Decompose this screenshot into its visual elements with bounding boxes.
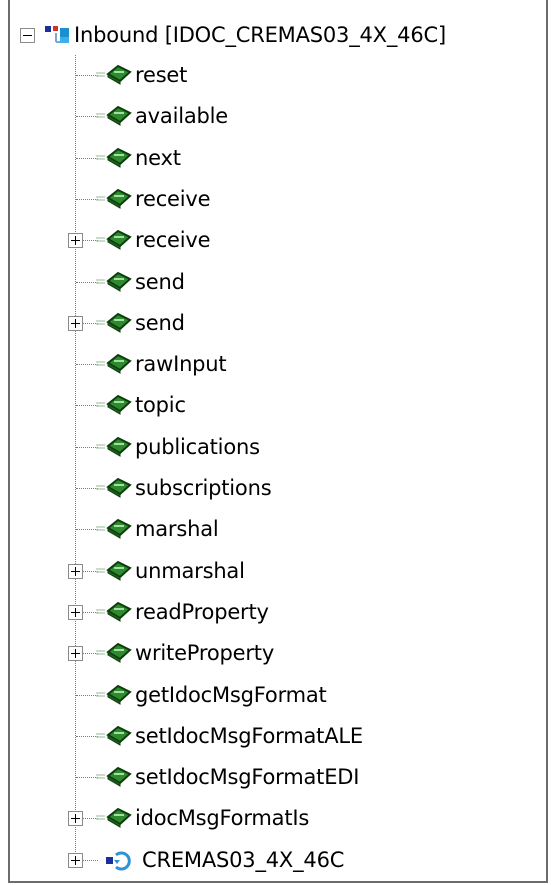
tree-item[interactable]: reset	[10, 55, 548, 95]
tree-item-label: setIdocMsgFormatALE	[135, 724, 363, 748]
tree-connector-line	[76, 736, 98, 737]
method-icon	[96, 312, 132, 333]
tree-connector-line	[76, 529, 98, 530]
tree-item[interactable]: receive	[10, 220, 548, 260]
tree-item[interactable]: publications	[10, 427, 548, 467]
tree-connector-line	[76, 75, 98, 76]
tree-item-label: readProperty	[135, 600, 269, 624]
method-icon	[96, 642, 132, 663]
expand-toggle[interactable]	[68, 646, 83, 661]
tree-item[interactable]: available	[10, 96, 548, 136]
tree-item-label: writeProperty	[135, 641, 275, 665]
tree-item[interactable]: writeProperty	[10, 633, 548, 673]
tree-item-label: CREMAS03_4X_46C	[142, 848, 345, 872]
tree-item[interactable]: receive	[10, 179, 548, 219]
tree-connector-line	[76, 116, 98, 117]
idoc-object-icon	[106, 851, 131, 871]
expand-toggle[interactable]	[68, 853, 83, 868]
tree-item-label: unmarshal	[135, 559, 245, 583]
method-icon	[96, 394, 132, 415]
tree-item[interactable]: marshal	[10, 509, 548, 549]
expand-toggle[interactable]	[68, 233, 83, 248]
method-icon	[96, 766, 132, 787]
tree-item-label: rawInput	[135, 352, 227, 376]
method-icon	[96, 271, 132, 292]
method-icon	[96, 188, 132, 209]
tree-item[interactable]: send	[10, 303, 548, 343]
expand-toggle[interactable]	[68, 564, 83, 579]
tree-item-label: setIdocMsgFormatEDI	[135, 765, 360, 789]
tree-item-label: marshal	[135, 517, 219, 541]
method-icon	[96, 105, 132, 126]
tree-item[interactable]: idocMsgFormatIs	[10, 798, 548, 838]
method-icon	[96, 229, 132, 250]
tree-connector-line	[76, 282, 98, 283]
tree-view[interactable]: Inbound [IDOC_CREMAS03_4X_46C] reset avai…	[8, 0, 548, 883]
tree-item-label: getIdocMsgFormat	[135, 683, 327, 707]
tree-connector-line	[76, 777, 98, 778]
expand-toggle[interactable]	[68, 605, 83, 620]
tree-connector-line	[76, 488, 98, 489]
tree-item[interactable]: CREMAS03_4X_46C	[10, 840, 548, 880]
method-icon	[96, 64, 132, 85]
tree-item[interactable]: readProperty	[10, 592, 548, 632]
method-icon	[96, 477, 132, 498]
tree-item[interactable]: getIdocMsgFormat	[10, 675, 548, 715]
method-icon	[96, 147, 132, 168]
tree-connector-line	[76, 695, 98, 696]
object-icon	[45, 26, 69, 43]
tree-item[interactable]: rawInput	[10, 344, 548, 384]
method-icon	[96, 436, 132, 457]
method-icon	[96, 725, 132, 746]
tree-root-label: Inbound [IDOC_CREMAS03_4X_46C]	[74, 23, 446, 47]
tree-item-label: subscriptions	[135, 476, 272, 500]
tree-item-label: send	[135, 270, 185, 294]
tree-connector-line	[76, 447, 98, 448]
method-icon	[96, 807, 132, 828]
tree-item[interactable]: topic	[10, 385, 548, 425]
method-icon	[96, 518, 132, 539]
tree-connector-line	[76, 364, 98, 365]
tree-item-label: reset	[135, 63, 188, 87]
tree-item-label: publications	[135, 435, 260, 459]
expand-toggle[interactable]	[68, 811, 83, 826]
tree-connector-line	[76, 158, 98, 159]
expand-toggle[interactable]	[68, 316, 83, 331]
collapse-toggle[interactable]	[20, 28, 35, 43]
tree-item-label: receive	[135, 187, 211, 211]
tree-item[interactable]: unmarshal	[10, 551, 548, 591]
tree-item[interactable]: send	[10, 262, 548, 302]
tree-connector-line	[76, 199, 98, 200]
tree-root-node[interactable]: Inbound [IDOC_CREMAS03_4X_46C]	[10, 15, 548, 55]
method-icon	[96, 353, 132, 374]
method-icon	[96, 684, 132, 705]
tree-item-label: next	[135, 146, 181, 170]
tree-item[interactable]: subscriptions	[10, 468, 548, 508]
tree-item-label: topic	[135, 393, 186, 417]
tree-item-label: receive	[135, 228, 211, 252]
tree-item-label: send	[135, 311, 185, 335]
method-icon	[96, 560, 132, 581]
tree-item[interactable]: next	[10, 138, 548, 178]
tree-connector-line	[76, 405, 98, 406]
method-icon	[96, 601, 132, 622]
tree-item-label: idocMsgFormatIs	[135, 806, 310, 830]
tree-item-label: available	[135, 104, 228, 128]
tree-item[interactable]: setIdocMsgFormatEDI	[10, 757, 548, 797]
tree-item[interactable]: setIdocMsgFormatALE	[10, 716, 548, 756]
